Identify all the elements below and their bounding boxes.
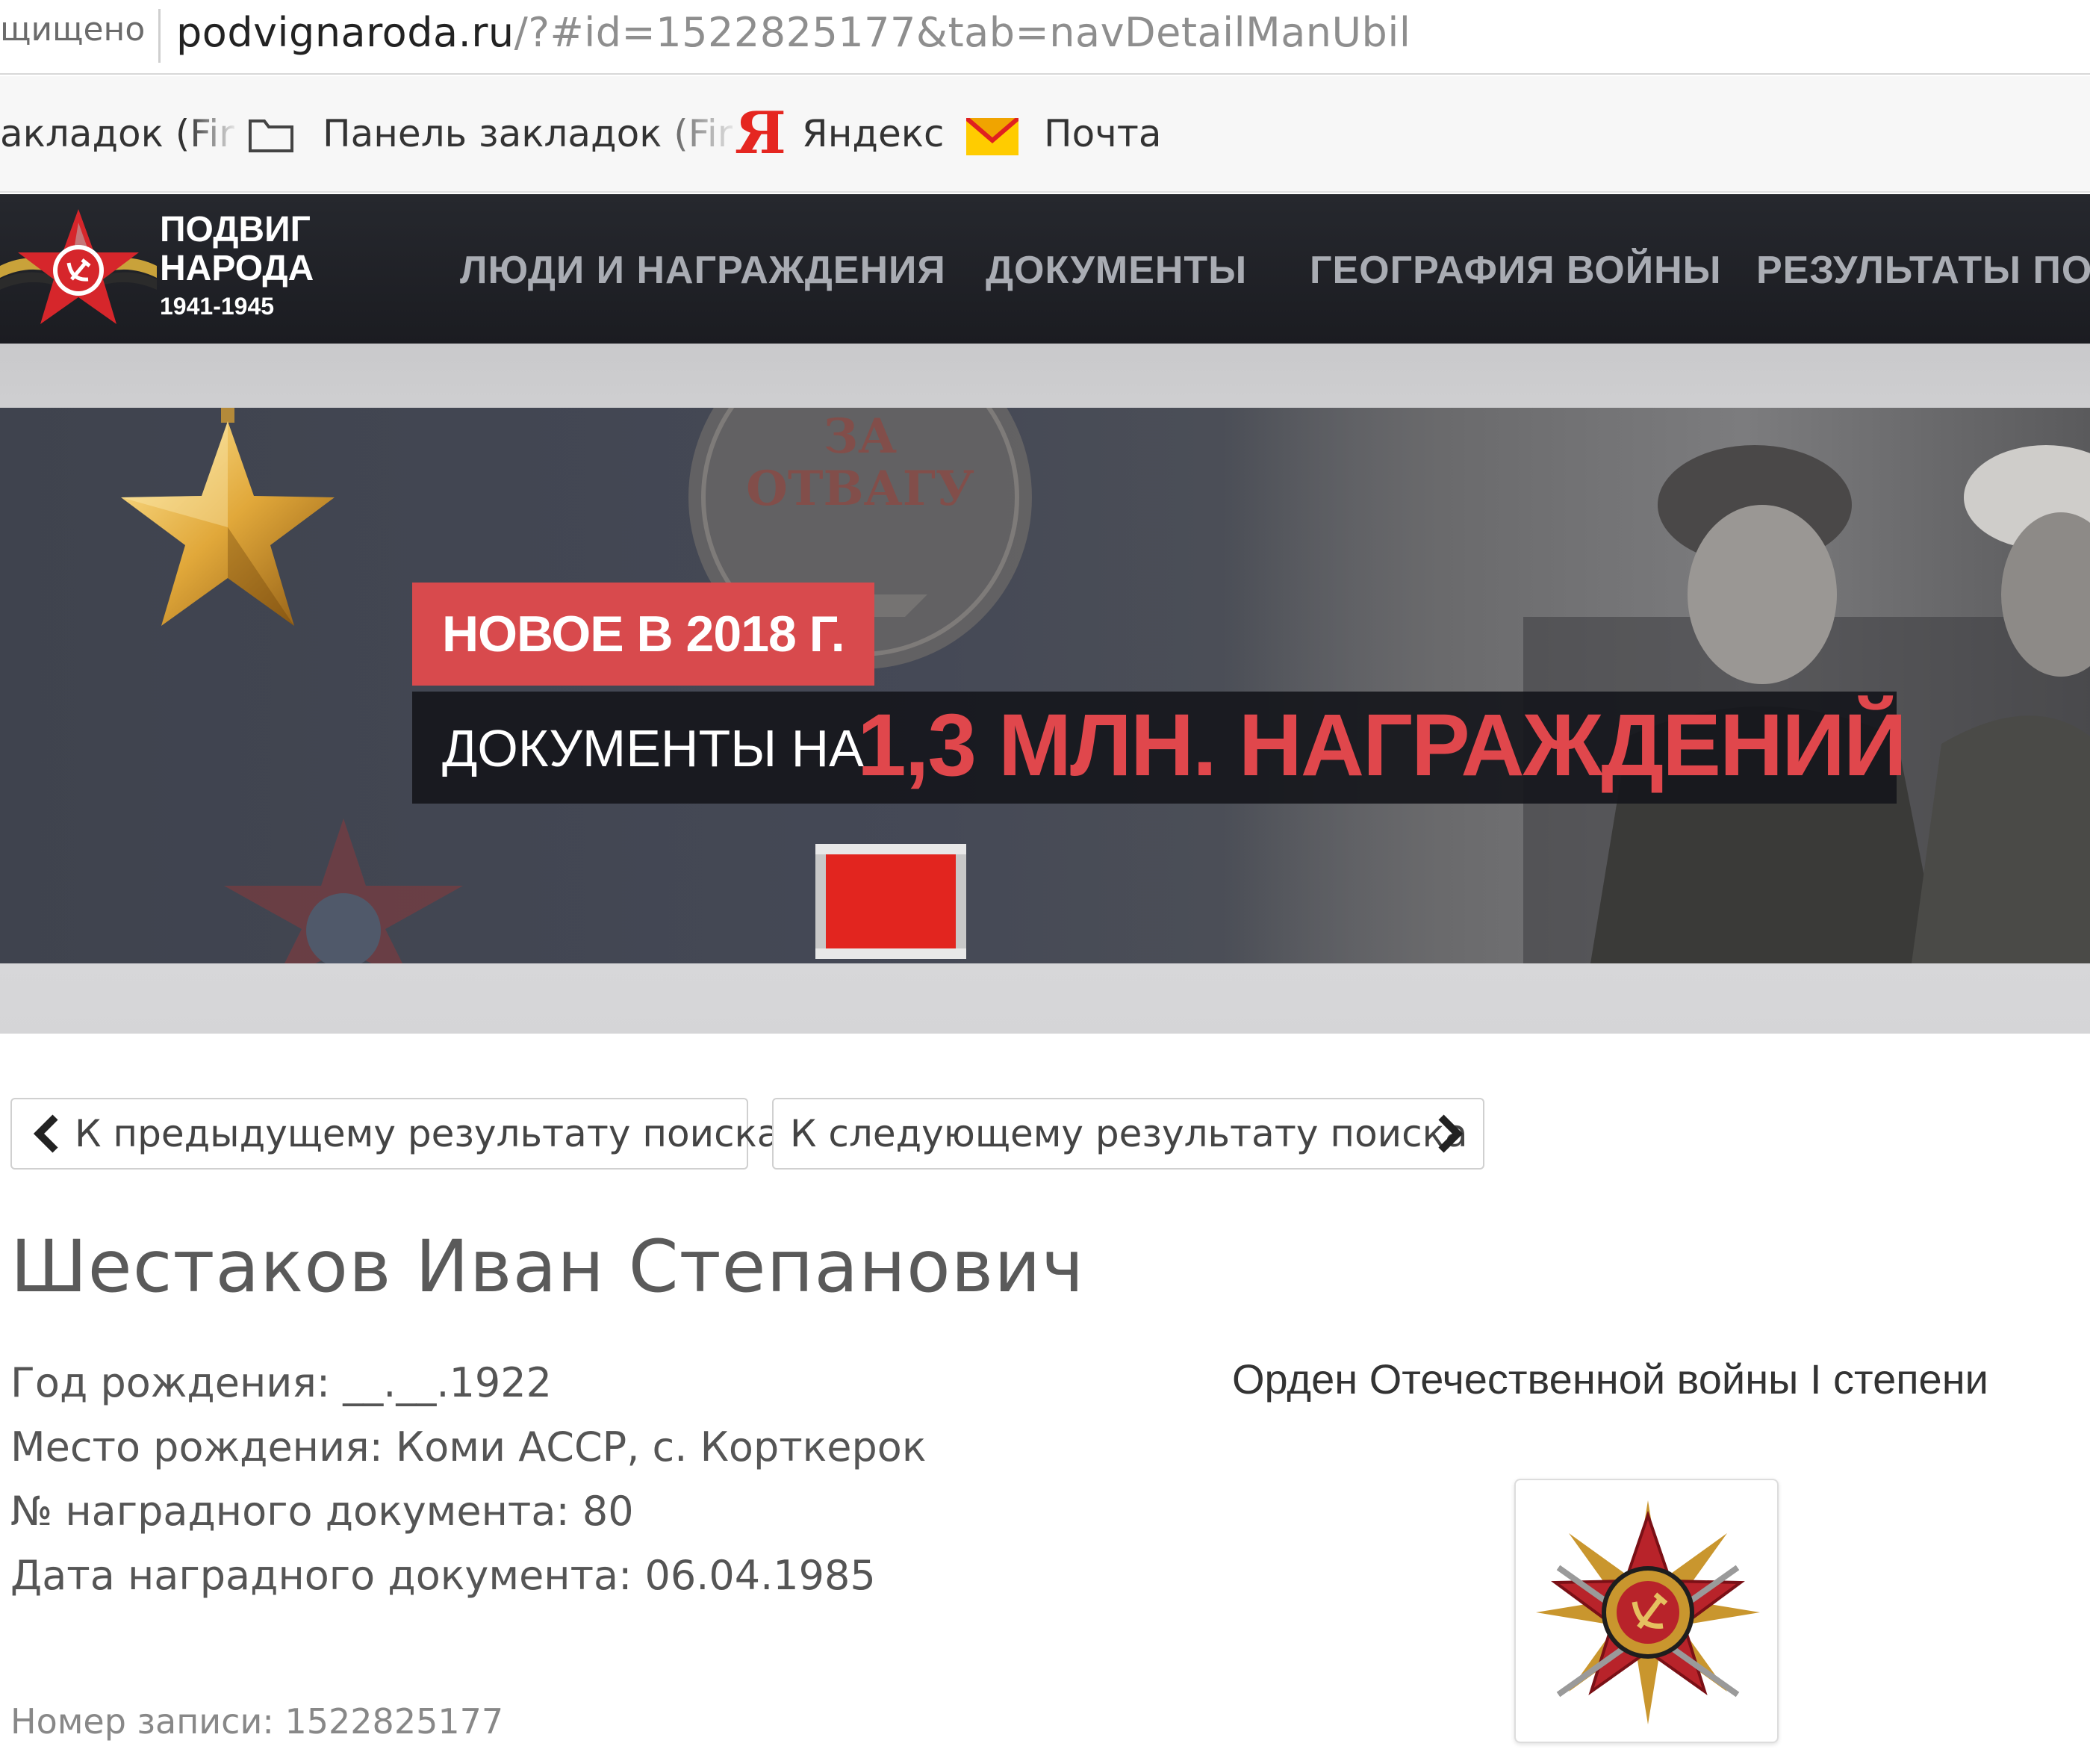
mail-icon (966, 118, 1018, 155)
birth-place: Место рождения: Коми АССР, с. Корткерок (10, 1423, 927, 1470)
url-domain: podvignaroda.ru (176, 9, 514, 56)
site-header: ПОДВИГ НАРОДА 1941-1945 ЛЮДИ И НАГРАЖДЕН… (0, 194, 2090, 344)
previous-result-button[interactable]: К предыдущему результату поиска (10, 1098, 780, 1170)
red-star-order-icon (224, 819, 463, 963)
nav-war-geography[interactable]: ГЕОГРАФИЯ ВОЙНЫ (1310, 248, 1722, 293)
nav-people-awards[interactable]: ЛЮДИ И НАГРАЖДЕНИЯ (460, 248, 946, 293)
logo-text[interactable]: ПОДВИГ НАРОДА 1941-1945 (160, 211, 314, 324)
chevron-right-icon (1438, 1114, 1464, 1153)
gold-star-icon (121, 408, 335, 626)
chevron-left-icon (33, 1114, 58, 1153)
address-divider (158, 9, 161, 63)
secure-label[interactable]: щищено (0, 10, 145, 49)
award-document-date: Дата наградного документа: 06.04.1985 (10, 1552, 876, 1599)
person-name: Шестаков Иван Степанович (10, 1225, 1085, 1308)
nav-documents[interactable]: ДОКУМЕНТЫ (986, 248, 1247, 293)
url-path: /?#id=1522825177&tab=navDetailManUbil (514, 9, 1411, 56)
new-2018-badge: НОВОЕ В 2018 Г. (412, 583, 874, 686)
logo-line-1: ПОДВИГ (160, 210, 311, 249)
documents-headline: ДОКУМЕНТЫ НА 1,3 МЛН. НАГРАЖДЕНИЙ (412, 692, 1907, 804)
bookmarks-bar: акладок (Fir Панель закладок (Fir Я Янде… (0, 76, 2090, 193)
award-title: Орден Отечественной войны I степени (1232, 1355, 1988, 1403)
award-document-number: № наградного документа: 80 (10, 1488, 634, 1535)
nav-search-results[interactable]: РЕЗУЛЬТАТЫ ПОИС (1756, 248, 2090, 293)
bookmark-mail[interactable]: Почта (1044, 112, 1162, 155)
documents-highlight: 1,3 МЛН. НАГРАЖДЕНИЙ (857, 696, 1907, 795)
yandex-icon: Я (735, 99, 786, 167)
bookmark-yandex[interactable]: Яндекс (802, 112, 944, 155)
next-result-label: К следующему результату поиска (790, 1112, 1468, 1155)
medal-text-2: ОТВАГУ (746, 461, 974, 517)
order-patriotic-war-icon (1536, 1500, 1760, 1724)
folder-icon (249, 119, 293, 152)
banner-area: ЗА ОТВАГУ НОВОЕ В 2018 Г. ДОКУМЕНТЫ НА 1… (0, 344, 2090, 1034)
previous-result-label: К предыдущему результату поиска (75, 1112, 780, 1155)
logo-line-2: НАРОДА (160, 249, 314, 288)
bookmark-other[interactable]: акладок (Fir (0, 112, 234, 155)
birth-year: Год рождения: __.__.1922 (10, 1359, 552, 1406)
medal-text-1: ЗА (824, 409, 897, 465)
promo-banner[interactable]: ЗА ОТВАГУ НОВОЕ В 2018 Г. ДОКУМЕНТЫ НА 1… (0, 408, 2090, 963)
medal-ribbon-icon (815, 844, 966, 959)
url-field[interactable]: podvignaroda.ru/?#id=1522825177&tab=navD… (176, 9, 1411, 56)
bookmark-panel[interactable]: Панель закладок (Fir (323, 112, 733, 155)
logo-years: 1941-1945 (160, 293, 275, 320)
record-number: Номер записи: 1522825177 (10, 1701, 504, 1742)
documents-prefix: ДОКУМЕНТЫ НА (442, 719, 864, 777)
next-result-button[interactable]: К следующему результату поиска (772, 1098, 1484, 1170)
logo-star-icon[interactable] (0, 206, 157, 333)
address-bar[interactable]: щищено podvignaroda.ru/?#id=1522825177&t… (0, 0, 2090, 75)
award-image-card[interactable] (1514, 1479, 1779, 1743)
